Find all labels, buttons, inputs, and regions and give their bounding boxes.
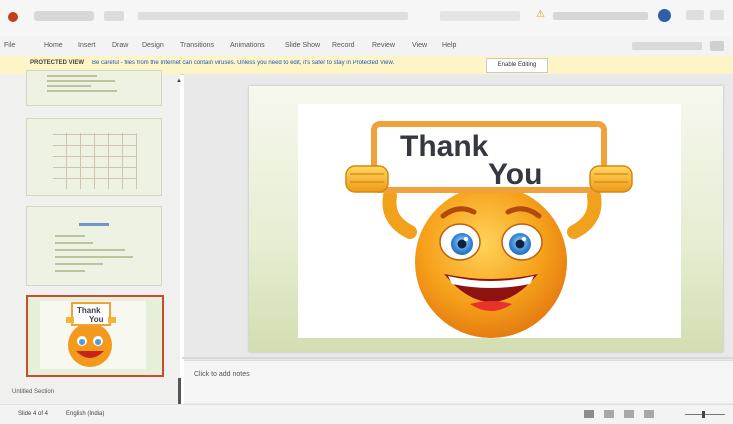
thank-you-smiley-icon: Thank You bbox=[345, 121, 633, 338]
tab-transitions[interactable]: Transitions bbox=[180, 41, 214, 51]
slide-show-icon[interactable] bbox=[644, 410, 654, 418]
pane-splitter[interactable] bbox=[178, 378, 181, 406]
thumb-text-line bbox=[55, 263, 103, 265]
slide-counter: Slide 4 of 4 bbox=[18, 411, 49, 417]
thank-you-smiley-thumbnail-icon: Thank You bbox=[66, 302, 116, 367]
thumb-text-line bbox=[47, 85, 91, 87]
warning-icon: ⚠ bbox=[536, 9, 545, 20]
slide-thumbnail-1[interactable] bbox=[26, 70, 162, 106]
section-label[interactable]: Untitled Section bbox=[12, 389, 54, 395]
zoom-slider[interactable] bbox=[685, 414, 725, 415]
thumb-text-line bbox=[55, 249, 125, 251]
tab-slide-show[interactable]: Slide Show bbox=[285, 41, 320, 51]
thumb-text-line bbox=[47, 90, 117, 92]
notes-splitter[interactable] bbox=[182, 357, 733, 359]
zoom-slider-knob[interactable] bbox=[702, 411, 705, 418]
reading-view-icon[interactable] bbox=[624, 410, 634, 418]
slide-thumbnail-3[interactable] bbox=[26, 206, 162, 286]
tab-view[interactable]: View bbox=[412, 41, 427, 51]
ribbon-tab-bar bbox=[0, 36, 733, 56]
tab-record[interactable]: Record bbox=[332, 41, 355, 51]
thumb-text-line bbox=[47, 75, 97, 77]
app-logo-icon bbox=[8, 12, 18, 22]
avatar[interactable] bbox=[658, 9, 671, 22]
normal-view-icon[interactable] bbox=[584, 410, 594, 418]
protected-view-label: PROTECTED VIEW bbox=[30, 60, 85, 66]
language-indicator[interactable]: English (India) bbox=[66, 411, 104, 417]
thumb-sign-line-2: You bbox=[89, 315, 104, 324]
tab-design[interactable]: Design bbox=[142, 41, 164, 51]
sign-text-thank: Thank bbox=[400, 130, 489, 163]
sign-text-you: You bbox=[488, 158, 542, 191]
comments-button[interactable] bbox=[632, 42, 702, 50]
thumb-text-line bbox=[55, 242, 93, 244]
tab-draw[interactable]: Draw bbox=[112, 41, 128, 51]
tab-insert[interactable]: Insert bbox=[78, 41, 96, 51]
tab-review[interactable]: Review bbox=[372, 41, 395, 51]
slide-thumbnail-4[interactable]: Thank You bbox=[26, 295, 164, 377]
quick-access-toolbar[interactable] bbox=[104, 11, 124, 21]
autosave-toggle[interactable] bbox=[34, 11, 94, 21]
tab-animations[interactable]: Animations bbox=[230, 41, 265, 51]
tab-help[interactable]: Help bbox=[442, 41, 456, 51]
notes-placeholder[interactable]: Click to add notes bbox=[194, 371, 250, 378]
thumb-table bbox=[53, 133, 137, 189]
search-box[interactable] bbox=[440, 11, 520, 21]
share-button[interactable] bbox=[710, 41, 724, 51]
maximize-button[interactable] bbox=[710, 10, 724, 20]
slide-sorter-icon[interactable] bbox=[604, 410, 614, 418]
thumb-sign-line-1: Thank bbox=[77, 306, 101, 315]
thumb-text-line bbox=[47, 80, 115, 82]
minimize-button[interactable] bbox=[686, 10, 704, 20]
document-title bbox=[138, 12, 408, 20]
tab-home[interactable]: Home bbox=[44, 41, 63, 51]
scroll-up-arrow-icon[interactable]: ▲ bbox=[176, 78, 182, 84]
thumb-heading bbox=[79, 223, 109, 226]
thumb-image-area: Thank You bbox=[40, 301, 146, 369]
thumb-text-line bbox=[55, 235, 85, 237]
protected-view-message: Be careful - files from the Internet can… bbox=[92, 60, 395, 66]
thumb-text-line bbox=[55, 256, 133, 258]
notes-pane[interactable] bbox=[184, 360, 733, 403]
slide-thumbnail-2[interactable] bbox=[26, 118, 162, 196]
thumb-text-line bbox=[55, 270, 85, 272]
enable-editing-button[interactable]: Enable Editing bbox=[486, 58, 548, 73]
thank-you-image[interactable]: Thank You bbox=[298, 104, 681, 338]
tab-file[interactable]: File bbox=[4, 41, 15, 51]
account-name[interactable] bbox=[553, 12, 648, 20]
